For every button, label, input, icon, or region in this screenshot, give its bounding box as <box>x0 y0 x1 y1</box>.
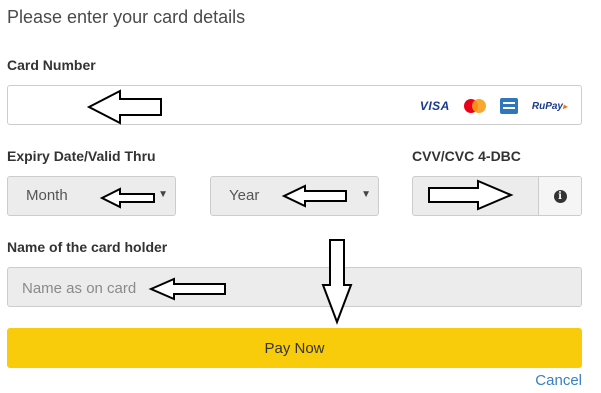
arrow-icon <box>99 187 155 209</box>
cvv-info-button[interactable]: i <box>538 177 581 215</box>
mastercard-logo <box>463 99 486 113</box>
chevron-down-icon: ▼ <box>361 189 371 200</box>
card-holder-field[interactable] <box>7 267 582 307</box>
rupay-logo: RuPay▸ <box>531 100 567 112</box>
year-select-value: Year <box>229 187 260 204</box>
arrow-icon <box>148 277 226 301</box>
expiry-label: Expiry Date/Valid Thru <box>7 148 156 164</box>
pay-now-button[interactable]: Pay Now <box>7 328 582 368</box>
visa-logo: VISA <box>419 99 450 113</box>
form-title: Please enter your card details <box>7 7 246 27</box>
month-select-value: Month <box>26 187 68 204</box>
arrow-icon <box>428 179 514 211</box>
arrow-icon <box>86 89 162 125</box>
info-icon: i <box>553 189 567 203</box>
cancel-link[interactable]: Cancel <box>535 372 582 389</box>
card-brand-logos: VISA RuPay▸ <box>420 97 567 115</box>
card-number-label: Card Number <box>7 57 96 73</box>
arrow-icon <box>321 239 353 325</box>
card-number-input[interactable] <box>18 94 402 118</box>
cvv-label: CVV/CVC 4-DBC <box>412 148 521 164</box>
amex-logo <box>499 98 518 114</box>
card-holder-label: Name of the card holder <box>7 239 168 255</box>
arrow-icon <box>281 184 347 208</box>
card-holder-input[interactable] <box>20 276 564 300</box>
chevron-down-icon: ▼ <box>158 189 168 200</box>
